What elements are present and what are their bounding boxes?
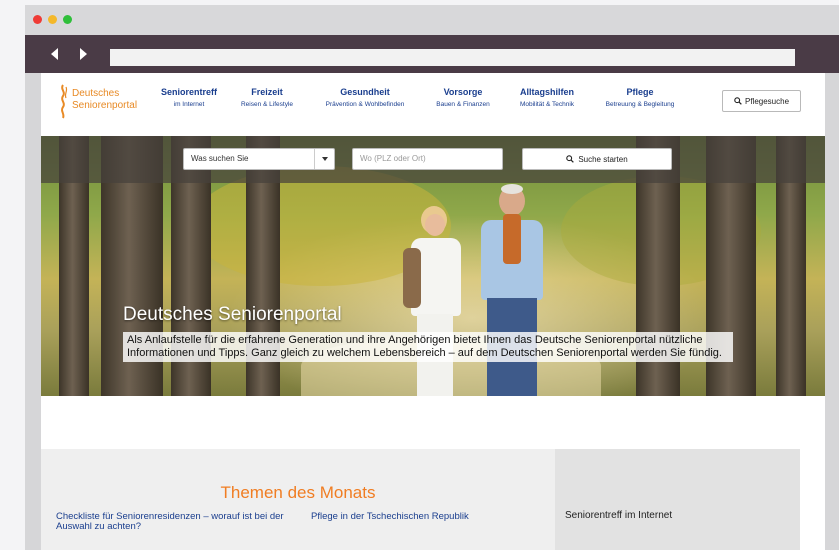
nav-item-seniorentreff[interactable]: Seniorentreff im Internet xyxy=(159,87,219,108)
nav-item-freizeit[interactable]: Freizeit Reisen & Lifestyle xyxy=(234,87,300,108)
search-icon xyxy=(566,155,575,163)
topic-link-checkliste[interactable]: Checkliste für Seniorenresidenzen – wora… xyxy=(56,512,291,532)
nav-item-gesundheit[interactable]: Gesundheit Prävention & Wohlbefinden xyxy=(315,87,415,108)
minimize-window-button[interactable] xyxy=(48,15,57,24)
sidebar-panel: Seniorentreff im Internet xyxy=(555,449,800,550)
nav-item-title: Pflege xyxy=(626,87,654,97)
nav-item-vorsorge[interactable]: Vorsorge Bauen & Finanzen xyxy=(429,87,497,108)
nav-item-title: Alltagshilfen xyxy=(519,87,574,97)
logo-line-1: Deutsches xyxy=(72,88,120,99)
nav-item-subtitle: Reisen & Lifestyle xyxy=(240,101,294,108)
pflegesuche-button[interactable]: Pflegesuche xyxy=(722,90,801,112)
browser-window: Deutsches Seniorenportal Seniorentreff i… xyxy=(25,5,839,550)
nav-item-pflege[interactable]: Pflege Betreuung & Begleitung xyxy=(597,87,683,108)
address-bar[interactable] xyxy=(110,49,795,66)
location-input-placeholder: Wo (PLZ oder Ort) xyxy=(360,154,426,163)
topic-link-pflege-tschechien[interactable]: Pflege in der Tschechischen Republik xyxy=(311,512,541,522)
logo-line-2: Seniorenportal xyxy=(72,100,138,111)
nav-item-subtitle: Mobilität & Technik xyxy=(519,101,575,108)
nav-item-title: Gesundheit xyxy=(340,87,390,97)
pflegesuche-label: Pflegesuche xyxy=(744,96,790,106)
nav-item-title: Seniorentreff xyxy=(160,87,217,97)
logo-text: Deutsches Seniorenportal xyxy=(72,88,137,112)
chevron-down-icon[interactable] xyxy=(314,149,334,169)
logo-mark-icon xyxy=(61,84,68,119)
window-titlebar xyxy=(25,5,839,35)
hero-title: Deutsches Seniorenportal xyxy=(123,304,342,325)
category-select[interactable]: Was suchen Sie xyxy=(183,148,335,170)
nav-item-title: Vorsorge xyxy=(443,87,483,97)
back-arrow-icon[interactable] xyxy=(51,48,58,60)
location-input[interactable]: Wo (PLZ oder Ort) xyxy=(352,148,503,170)
close-window-button[interactable] xyxy=(33,15,42,24)
site-header: Deutsches Seniorenportal Seniorentreff i… xyxy=(41,73,825,136)
nav-item-title: Freizeit xyxy=(251,87,283,97)
nav-item-subtitle: Betreuung & Begleitung xyxy=(605,101,675,108)
site-logo[interactable]: Deutsches Seniorenportal xyxy=(57,83,147,119)
themen-section: Themen des Monats Checkliste für Seniore… xyxy=(41,449,555,550)
nav-item-subtitle: Prävention & Wohlbefinden xyxy=(325,101,405,108)
nav-item-subtitle: im Internet xyxy=(173,101,205,108)
maximize-window-button[interactable] xyxy=(63,15,72,24)
hero-banner: Was suchen Sie Wo (PLZ oder Ort) Suche s… xyxy=(41,136,825,396)
search-submit-button[interactable]: Suche starten xyxy=(522,148,672,170)
search-bar: Was suchen Sie Wo (PLZ oder Ort) Suche s… xyxy=(41,136,825,183)
man-figure xyxy=(473,184,553,396)
search-submit-label: Suche starten xyxy=(578,154,628,164)
search-icon xyxy=(734,97,742,105)
woman-figure xyxy=(403,206,467,396)
nav-item-subtitle: Bauen & Finanzen xyxy=(436,101,490,108)
hero-description: Als Anlaufstelle für die erfahrene Gener… xyxy=(123,332,733,362)
browser-toolbar xyxy=(25,35,839,73)
forward-arrow-icon[interactable] xyxy=(80,48,87,60)
page-viewport: Deutsches Seniorenportal Seniorentreff i… xyxy=(41,73,825,550)
nav-item-alltagshilfen[interactable]: Alltagshilfen Mobilität & Technik xyxy=(511,87,583,108)
themen-title: Themen des Monats xyxy=(220,483,376,502)
category-select-value: Was suchen Sie xyxy=(191,154,249,163)
sidebar-title[interactable]: Seniorentreff im Internet xyxy=(565,510,672,521)
